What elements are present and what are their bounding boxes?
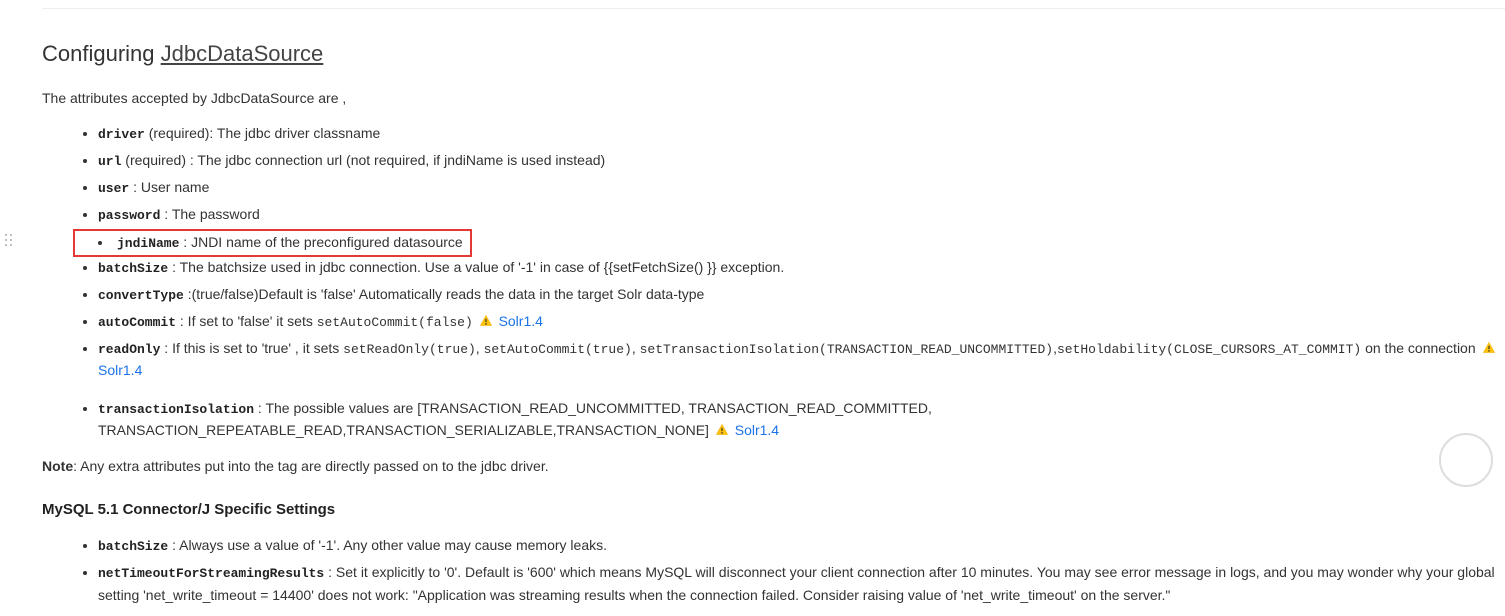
code-snippet: setAutoCommit(true) — [484, 342, 632, 357]
note-label: Note — [42, 458, 73, 474]
attribute-list-extra: transactionIsolation : The possible valu… — [42, 398, 1505, 442]
warning-icon — [715, 423, 729, 437]
attribute-item: convertType :(true/false)Default is 'fal… — [98, 284, 1505, 306]
attribute-name: convertType — [98, 288, 184, 303]
heading-prefix: Configuring — [42, 41, 161, 66]
floating-circle-icon[interactable] — [1439, 433, 1493, 487]
section-heading: Configuring JdbcDataSource — [42, 37, 1505, 70]
attribute-name: driver — [98, 127, 145, 142]
attribute-item: autoCommit : If set to 'false' it sets s… — [98, 311, 1505, 333]
attribute-name: user — [98, 181, 129, 196]
attribute-item: url (required) : The jdbc connection url… — [98, 150, 1505, 172]
heading-link[interactable]: JdbcDataSource — [161, 41, 324, 66]
mysql-heading: MySQL 5.1 Connector/J Specific Settings — [42, 499, 1505, 522]
attribute-item: batchSize : Always use a value of '-1'. … — [98, 535, 1505, 557]
attribute-name: jndiName — [117, 236, 179, 251]
attribute-desc: : Always use a value of '-1'. Any other … — [168, 537, 607, 553]
solr-version-link[interactable]: Solr1.4 — [735, 422, 779, 438]
attribute-desc: : User name — [129, 179, 209, 195]
attribute-item: driver (required): The jdbc driver class… — [98, 123, 1505, 145]
attribute-name: transactionIsolation — [98, 402, 254, 417]
attribute-name: batchSize — [98, 261, 168, 276]
attribute-desc: on the connection — [1361, 340, 1479, 356]
attribute-desc: : If set to 'false' it sets — [176, 313, 317, 329]
code-snippet: setAutoCommit(false) — [317, 315, 473, 330]
attribute-item: jndiName : JNDI name of the preconfigure… — [76, 232, 469, 254]
mysql-attribute-list: batchSize : Always use a value of '-1'. … — [42, 535, 1505, 606]
code-snippet: setReadOnly(true) — [343, 342, 476, 357]
attribute-name: readOnly — [98, 342, 160, 357]
attribute-item: netTimeoutForStreamingResults : Set it e… — [98, 562, 1505, 606]
attribute-desc: (required) : The jdbc connection url (no… — [121, 152, 605, 168]
attribute-item: transactionIsolation : The possible valu… — [98, 398, 1505, 442]
attribute-list: driver (required): The jdbc driver class… — [42, 123, 1505, 382]
attribute-name: netTimeoutForStreamingResults — [98, 566, 324, 581]
attribute-item: user : User name — [98, 177, 1505, 199]
attribute-item: password : The password — [98, 204, 1505, 226]
attribute-desc: (required): The jdbc driver classname — [145, 125, 381, 141]
attribute-name: password — [98, 208, 160, 223]
intro-text: The attributes accepted by JdbcDataSourc… — [42, 88, 1505, 109]
solr-version-link[interactable]: Solr1.4 — [499, 313, 543, 329]
attribute-desc: : If this is set to 'true' , it sets — [160, 340, 343, 356]
drag-handle-icon[interactable] — [4, 232, 14, 246]
attribute-desc: :(true/false)Default is 'false' Automati… — [184, 286, 705, 302]
solr-version-link[interactable]: Solr1.4 — [98, 362, 142, 378]
attribute-item: readOnly : If this is set to 'true' , it… — [98, 338, 1505, 382]
attribute-desc: : The batchsize used in jdbc connection.… — [168, 259, 784, 275]
attribute-name: autoCommit — [98, 315, 176, 330]
divider — [42, 8, 1505, 9]
note-text: : Any extra attributes put into the tag … — [73, 458, 549, 474]
attribute-item: batchSize : The batchsize used in jdbc c… — [98, 257, 1505, 279]
attribute-name: url — [98, 154, 121, 169]
code-snippet: setTransactionIsolation(TRANSACTION_READ… — [640, 342, 1053, 357]
attribute-desc: : JNDI name of the preconfigured datasou… — [179, 234, 462, 250]
note-paragraph: Note: Any extra attributes put into the … — [42, 456, 1505, 477]
warning-icon — [1482, 341, 1496, 355]
attribute-desc: : The password — [160, 206, 259, 222]
warning-icon — [479, 314, 493, 328]
code-snippet: setHoldability(CLOSE_CURSORS_AT_COMMIT) — [1057, 342, 1361, 357]
attribute-name: batchSize — [98, 539, 168, 554]
